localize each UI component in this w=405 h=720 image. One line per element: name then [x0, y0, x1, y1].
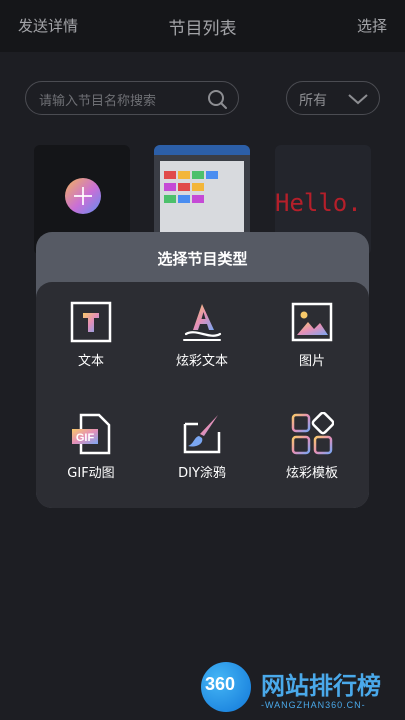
- plus-icon: [65, 178, 101, 214]
- thumbnail-cell: [164, 171, 176, 179]
- option-color-text[interactable]: 炫彩文本: [152, 300, 252, 390]
- site-watermark: 360 网站排行榜 -WANGZHAN360.CN-: [195, 660, 405, 720]
- thumbnail-cell: [164, 183, 176, 191]
- option-color-template[interactable]: 炫彩模板: [262, 412, 362, 502]
- option-text[interactable]: 文本: [41, 300, 141, 390]
- filter-dropdown[interactable]: 所有: [286, 81, 380, 115]
- thumbnail-cell: [178, 195, 190, 203]
- option-label: 图片: [298, 354, 325, 369]
- thumbnail-header: [154, 145, 250, 155]
- search-input[interactable]: 请输入节目名称搜索: [25, 81, 239, 115]
- dialog-title: 选择节目类型: [157, 250, 248, 268]
- hello-preview-text: Hello.: [275, 189, 362, 217]
- option-image[interactable]: 图片: [262, 300, 362, 390]
- gif-icon: GIF: [72, 413, 111, 455]
- thumbnail-cell: [192, 171, 204, 179]
- option-gif[interactable]: GIF GIF动图: [41, 412, 141, 502]
- option-diy-doodle[interactable]: DIY涂鸦: [152, 412, 252, 502]
- logo-number: 360: [205, 674, 236, 694]
- thumbnail-cell: [164, 195, 176, 203]
- option-label: 炫彩文本: [175, 354, 228, 369]
- color-text-icon: [183, 304, 222, 341]
- program-type-grid: 文本 炫彩文本 图片 GIF GIF动图 DIY涂鸦 炫彩模板: [36, 282, 369, 508]
- option-label: GIF动图: [67, 466, 115, 481]
- option-label: DIY涂鸦: [178, 466, 226, 481]
- thumbnail-cell: [178, 171, 190, 179]
- thumbnail-cell: [192, 195, 204, 203]
- select-button[interactable]: 选择: [357, 15, 387, 36]
- svg-text:GIF: GIF: [76, 432, 95, 444]
- thumbnail-cell: [192, 183, 204, 191]
- thumbnail-grid: [160, 161, 244, 241]
- filter-value: 所有: [299, 93, 327, 109]
- watermark-site-name: 网站排行榜: [261, 672, 381, 700]
- thumbnail-cell: [178, 183, 190, 191]
- program-type-dialog: 选择节目类型 文本 炫彩文本 图片 GIF GIF动图 DIY涂鸦 炫彩模板: [36, 232, 369, 508]
- watermark-domain: -WANGZHAN360.CN-: [261, 700, 366, 710]
- thumbnail-cell: [206, 171, 218, 179]
- template-icon: [291, 412, 334, 455]
- option-label: 炫彩模板: [285, 466, 338, 481]
- search-placeholder: 请输入节目名称搜索: [39, 94, 157, 109]
- search-icon[interactable]: [206, 88, 228, 110]
- image-icon: [291, 302, 333, 342]
- text-icon: [70, 301, 112, 343]
- chevron-down-icon: [348, 94, 368, 105]
- brush-icon: [183, 415, 221, 454]
- option-label: 文本: [77, 354, 104, 369]
- top-bar: 发送详情 节目列表 选择: [0, 0, 405, 52]
- page-title: 节目列表: [168, 19, 237, 39]
